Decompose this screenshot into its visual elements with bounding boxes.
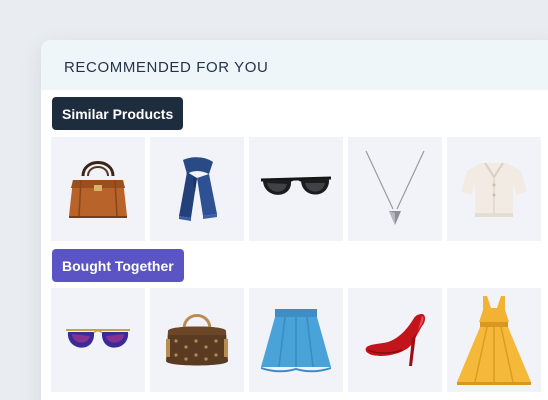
product-tile-skirt[interactable] <box>249 288 343 392</box>
blouse-icon <box>461 162 527 217</box>
product-tile-necklace[interactable] <box>348 137 442 241</box>
bought-together-row <box>51 288 541 392</box>
product-tile-aviator-sunglasses[interactable] <box>51 288 145 392</box>
similar-products-row <box>51 137 541 241</box>
recommendations-panel: RECOMMENDED FOR YOU Similar Products Bou… <box>41 40 548 400</box>
bought-together-label: Bought Together <box>52 249 184 282</box>
product-tile-dress[interactable] <box>447 288 541 392</box>
product-tile-scarf[interactable] <box>150 137 244 241</box>
high-heel-icon <box>365 314 425 366</box>
product-tile-blouse[interactable] <box>447 137 541 241</box>
dress-icon <box>457 296 531 385</box>
product-tile-high-heel[interactable] <box>348 288 442 392</box>
product-tile-sunglasses[interactable] <box>249 137 343 241</box>
product-tile-handbag[interactable] <box>51 137 145 241</box>
necklace-icon <box>365 150 425 225</box>
product-tile-duffle-bag[interactable] <box>150 288 244 392</box>
skirt-icon <box>261 309 331 373</box>
handbag-icon <box>69 161 127 218</box>
scarf-icon <box>179 157 217 221</box>
similar-products-label: Similar Products <box>52 97 184 130</box>
aviator-sunglasses-icon <box>66 329 130 348</box>
panel-header: RECOMMENDED FOR YOU <box>41 40 548 90</box>
panel-title: RECOMMENDED FOR YOU <box>64 58 269 76</box>
page: RECOMMENDED FOR YOU Similar Products Bou… <box>0 0 548 400</box>
duffle-bag-icon <box>166 314 228 366</box>
sunglasses-icon <box>260 176 332 195</box>
